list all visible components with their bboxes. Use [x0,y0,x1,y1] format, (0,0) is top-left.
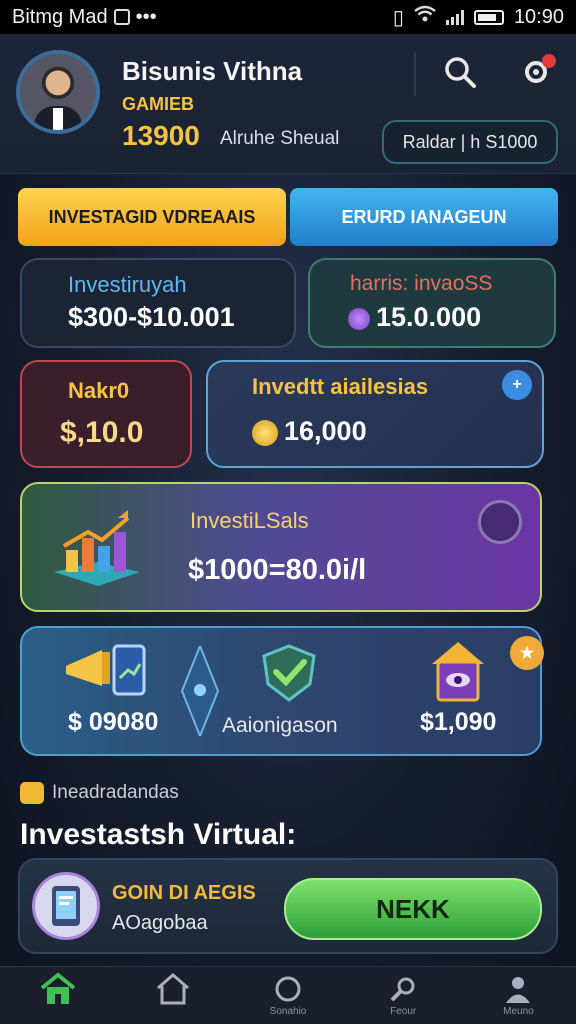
invest-sals-label: InvestiLSals [190,508,309,533]
circle-icon [275,976,301,1001]
invest-available-value: 16,000 [284,416,367,446]
plus-button[interactable]: + [502,370,532,400]
harris-value: 15.0.000 [376,302,482,332]
bottom-middle-label: Aaionigason [222,714,338,737]
vibrate-icon: ▯ [392,6,404,29]
more-dots-icon: ••• [135,5,157,28]
tab-management[interactable]: ERURD IANAGEUN [290,188,558,246]
profile-header: Bisunis Vithna GAMIEB 13900 Alruhe Sheua… [0,34,576,174]
star-icon: ★ [519,645,535,662]
invest-sals-card[interactable]: InvestiLSals $1000=80.0i/l [20,482,542,612]
user-tier: GAMIEB [122,94,194,114]
user-name: Bisunis Vithna [122,56,303,86]
nav-home[interactable] [0,967,115,1024]
wifi-icon [414,5,436,29]
home-outline-icon [156,972,189,1004]
user-balance: 13900 [122,120,200,151]
signal-icon [445,9,464,25]
naku-card[interactable]: Nakr0 $,10.0 [20,360,192,468]
notification-icon [113,9,130,25]
nav-portfolio[interactable] [115,967,230,1024]
megaphone-icon [62,642,152,702]
gold-coin-icon [252,419,278,446]
user-icon [506,976,531,1003]
plus-icon: + [512,376,522,393]
status-time: 10:90 [513,5,564,28]
next-button[interactable]: NEKK [284,878,542,940]
nav-feour[interactable]: Feour [346,967,461,1024]
link-icon [390,977,415,1001]
notification-badge [542,54,556,68]
harris-card[interactable]: harris: invaoSS 15.0.000 [308,258,556,348]
harris-label: harris: invaoSS [350,272,493,295]
balance-pill[interactable]: Raldar | h S1000 [382,120,558,164]
nav-sonahio[interactable]: Sonahio [230,967,345,1024]
purple-coin-icon [348,307,370,330]
promo-subtitle: AOagobaa [112,912,208,934]
nav-sonahio-label: Sonahio [269,1005,307,1017]
bottom-right-value: $1,090 [420,708,497,736]
search-icon [445,57,476,88]
section-title: Investastsh Virtual: [20,818,297,851]
nav-meuno-label: Meuno [503,1005,534,1017]
home-icon-active [40,971,75,1004]
tab-bar: INVESTAGID VDREAAIS ERURD IANAGEUN [18,188,558,246]
investment-range-label: Investiruyah [68,272,187,297]
nav-feour-label: Feour [390,1005,417,1017]
invest-available-card[interactable]: Invedtt aiailesias 16,000 + [206,360,544,468]
bottom-nav: Sonahio Feour Meuno [0,966,576,1024]
invest-available-label: Invedtt aiailesias [252,374,429,399]
investment-range-card[interactable]: Investiruyah $300-$10.001 [20,258,296,348]
toggle-circle[interactable] [478,500,522,544]
investment-range-value: $300-$10.001 [68,302,235,332]
header-divider [414,52,416,96]
search-button[interactable] [440,52,480,92]
shield-check-icon [258,642,320,704]
bottom-left-value: $ 09080 [68,708,159,736]
tag-icon [20,782,44,804]
settings-button[interactable] [516,52,556,92]
naku-label: Nakr0 [68,378,130,403]
promo-title: GOIN DI AEGIS [112,882,256,904]
promo-card: GOIN DI AEGIS AOagobaa NEKK [18,858,558,954]
harris-value-row: 15.0.000 [348,302,481,333]
status-bar: Bitmg Mad ••• ▯ 10:90 [0,0,576,34]
section-tag-label: Ineadradandas [52,782,179,803]
nav-meuno[interactable]: Meuno [461,967,576,1024]
tab-investment[interactable]: INVESTAGID VDREAAIS [18,188,286,246]
status-carrier: Bitmg Mad [12,5,108,28]
bottom-stats-card[interactable]: ★ $ 09080 Aaionigason $1,090 [20,626,544,756]
naku-value: $,10.0 [60,416,144,449]
star-button[interactable]: ★ [510,636,544,670]
eye-diamond-icon [180,643,220,739]
chart-growth-icon [48,510,146,590]
section-tag: Ineadradandas [20,782,179,804]
user-subtitle: Alruhe Sheual [220,128,340,149]
battery-icon [473,9,504,25]
tablet-icon [32,872,100,940]
invest-sals-value: $1000=80.0i/l [188,554,367,586]
avatar[interactable] [16,50,100,134]
invest-available-row: 16,000 [252,416,367,447]
eye-house-icon [428,638,488,702]
